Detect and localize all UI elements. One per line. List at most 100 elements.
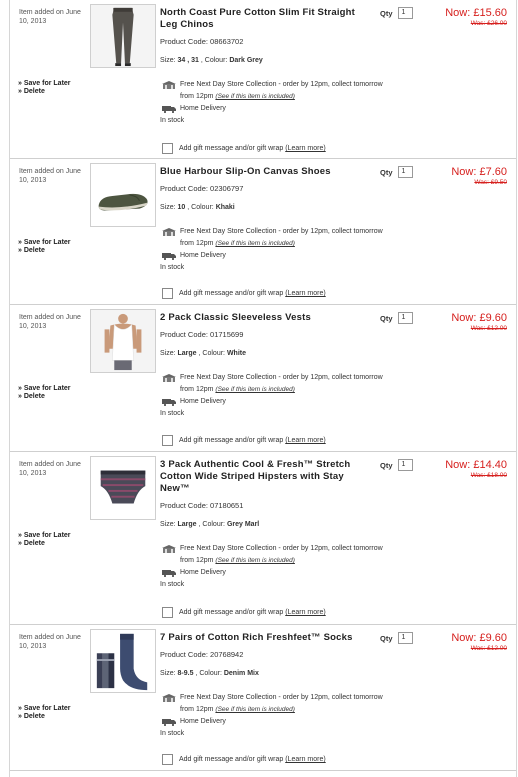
store-icon (162, 545, 176, 553)
quantity-control: Qty 1 (380, 459, 413, 471)
item-actions: » Save for Later » Delete (18, 239, 88, 255)
see-if-included-link[interactable]: (See if this item is included) (215, 557, 294, 564)
delete-link[interactable]: » Delete (18, 88, 88, 96)
size-colour: Size: 10 , Colour: Khaki (160, 204, 235, 211)
was-price: Was: £12.00 (470, 645, 507, 652)
gift-option: Add gift message and/or gift wrap (Learn… (162, 288, 326, 299)
delete-link[interactable]: » Delete (18, 247, 88, 255)
gift-option: Add gift message and/or gift wrap (Learn… (162, 143, 326, 154)
item-title[interactable]: 7 Pairs of Cotton Rich Freshfeet™ Socks (160, 632, 370, 644)
item-title[interactable]: North Coast Pure Cotton Slim Fit Straigh… (160, 7, 370, 31)
save-for-later-link[interactable]: » Save for Later (18, 239, 88, 247)
vests-image[interactable] (90, 309, 156, 373)
quantity-control: Qty 1 (380, 312, 413, 324)
gift-option: Add gift message and/or gift wrap (Learn… (162, 607, 326, 618)
learn-more-link[interactable]: (Learn more) (285, 290, 325, 297)
item-title[interactable]: Blue Harbour Slip-On Canvas Shoes (160, 166, 370, 178)
was-price: Was: £12.00 (470, 325, 507, 332)
chinos-image[interactable] (90, 4, 156, 68)
quantity-input[interactable]: 1 (397, 459, 413, 471)
van-icon (162, 719, 176, 726)
gift-checkbox[interactable] (162, 607, 173, 618)
gift-option: Add gift message and/or gift wrap (Learn… (162, 754, 326, 765)
quantity-input[interactable]: 1 (397, 166, 413, 178)
store-icon (162, 81, 176, 89)
basket-item: Item added on June 10, 2013 » Save for L… (10, 159, 516, 305)
item-added-date: Item added on June 10, 2013 (19, 168, 81, 184)
delivery-options: Free Next Day Store Collection - order b… (160, 79, 430, 127)
gift-checkbox[interactable] (162, 754, 173, 765)
see-if-included-link[interactable]: (See if this item is included) (215, 93, 294, 100)
product-code: Product Code: 20768942 (160, 650, 244, 659)
gift-checkbox[interactable] (162, 435, 173, 446)
price-block: Now: £14.40 Was: £18.00 (445, 459, 507, 479)
delivery-options: Free Next Day Store Collection - order b… (160, 226, 430, 274)
see-if-included-link[interactable]: (See if this item is included) (215, 706, 294, 713)
quantity-input[interactable]: 1 (397, 312, 413, 324)
now-price: Now: £14.40 (445, 459, 507, 471)
size-colour: Size: 8-9.5 , Colour: Denim Mix (160, 670, 259, 677)
was-price: Was: £26.00 (470, 20, 507, 27)
save-for-later-link[interactable]: » Save for Later (18, 705, 88, 713)
gift-option: Add gift message and/or gift wrap (Learn… (162, 435, 326, 446)
quantity-input[interactable]: 1 (397, 7, 413, 19)
item-actions: » Save for Later » Delete (18, 80, 88, 96)
learn-more-link[interactable]: (Learn more) (285, 756, 325, 763)
gift-checkbox[interactable] (162, 288, 173, 299)
stock-status: In stock (160, 730, 185, 737)
socks-image[interactable] (90, 629, 156, 693)
van-icon (162, 399, 176, 406)
item-added-date: Item added on June 10, 2013 (19, 9, 81, 25)
hipsters-image[interactable] (90, 456, 156, 520)
delete-link[interactable]: » Delete (18, 540, 88, 548)
quantity-control: Qty 1 (380, 7, 413, 19)
stock-status: In stock (160, 410, 185, 417)
price-block: Now: £15.60 Was: £26.00 (445, 7, 507, 27)
item-title[interactable]: 2 Pack Classic Sleeveless Vests (160, 312, 370, 324)
delete-link[interactable]: » Delete (18, 713, 88, 721)
van-icon (162, 570, 176, 577)
save-for-later-link[interactable]: » Save for Later (18, 532, 88, 540)
quantity-control: Qty 1 (380, 632, 413, 644)
product-code: Product Code: 02306797 (160, 184, 244, 193)
delete-link[interactable]: » Delete (18, 393, 88, 401)
item-title[interactable]: 3 Pack Authentic Cool & Fresh™ Stretch C… (160, 459, 370, 495)
item-actions: » Save for Later » Delete (18, 705, 88, 721)
stock-status: In stock (160, 581, 185, 588)
gift-checkbox[interactable] (162, 143, 173, 154)
price-block: Now: £9.60 Was: £12.00 (451, 632, 507, 652)
item-actions: » Save for Later » Delete (18, 532, 88, 548)
shoes-image[interactable] (90, 163, 156, 227)
delivery-options: Free Next Day Store Collection - order b… (160, 372, 430, 420)
see-if-included-link[interactable]: (See if this item is included) (215, 240, 294, 247)
quantity-control: Qty 1 (380, 166, 413, 178)
store-icon (162, 228, 176, 236)
store-icon (162, 374, 176, 382)
delivery-options: Free Next Day Store Collection - order b… (160, 692, 430, 740)
now-price: Now: £7.60 (451, 166, 507, 178)
now-price: Now: £15.60 (445, 7, 507, 19)
save-for-later-link[interactable]: » Save for Later (18, 385, 88, 393)
was-price: Was: £18.00 (470, 472, 507, 479)
size-colour: Size: Large , Colour: Grey Marl (160, 521, 260, 528)
learn-more-link[interactable]: (Learn more) (285, 609, 325, 616)
item-added-date: Item added on June 10, 2013 (19, 461, 81, 477)
now-price: Now: £9.60 (451, 632, 507, 644)
stock-status: In stock (160, 117, 185, 124)
item-actions: » Save for Later » Delete (18, 385, 88, 401)
size-colour: Size: 34 , 31 , Colour: Dark Grey (160, 57, 263, 64)
item-added-date: Item added on June 10, 2013 (19, 634, 81, 650)
learn-more-link[interactable]: (Learn more) (285, 437, 325, 444)
save-for-later-link[interactable]: » Save for Later (18, 80, 88, 88)
basket-frame: Item added on June 10, 2013 » Save for L… (9, 0, 517, 777)
was-price: Was: £9.50 (474, 179, 507, 186)
learn-more-link[interactable]: (Learn more) (285, 145, 325, 152)
product-code: Product Code: 07180651 (160, 501, 244, 510)
basket-item: Item added on June 10, 2013 » Save for L… (10, 452, 516, 625)
stock-status: In stock (160, 264, 185, 271)
size-colour: Size: Large , Colour: White (160, 350, 247, 357)
price-block: Now: £9.60 Was: £12.00 (451, 312, 507, 332)
see-if-included-link[interactable]: (See if this item is included) (215, 386, 294, 393)
van-icon (162, 253, 176, 260)
quantity-input[interactable]: 1 (397, 632, 413, 644)
